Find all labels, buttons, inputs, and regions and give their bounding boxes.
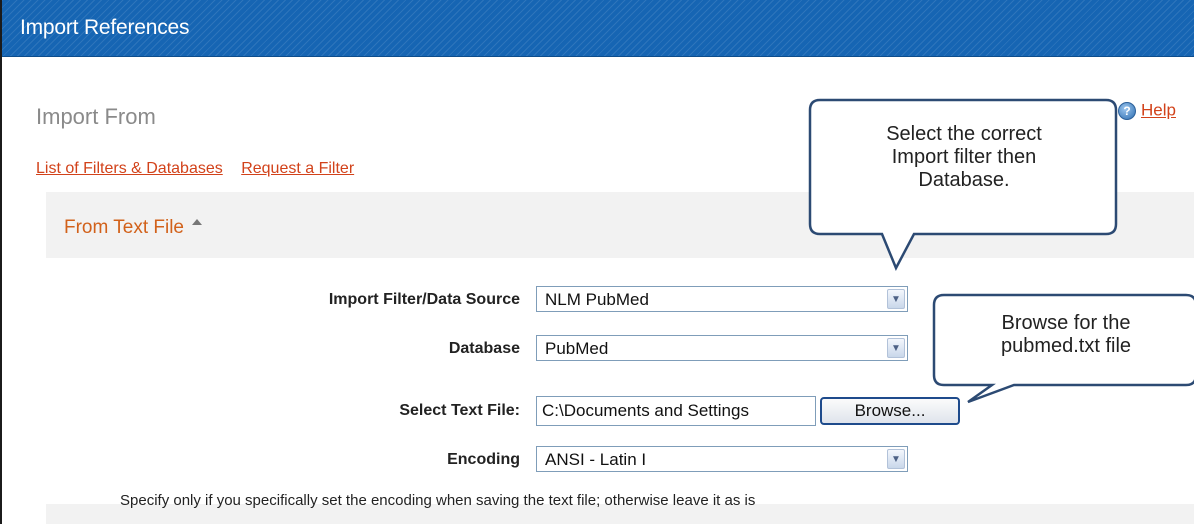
filter-callout-text: Select the correct Import filter then Da… <box>814 123 1114 192</box>
callouts-layer <box>808 98 1194 404</box>
import-window: Import References Import From ? Help List… <box>0 0 1194 524</box>
callout-line: Browse for the <box>1001 312 1131 334</box>
callout-line: pubmed.txt file <box>1000 335 1132 357</box>
callout-line: Import filter then <box>891 146 1037 168</box>
callout-line: Select the correct <box>886 123 1042 145</box>
callout-line: Database. <box>918 169 1010 191</box>
browse-callout-text: Browse for the pubmed.txt file <box>938 312 1194 358</box>
